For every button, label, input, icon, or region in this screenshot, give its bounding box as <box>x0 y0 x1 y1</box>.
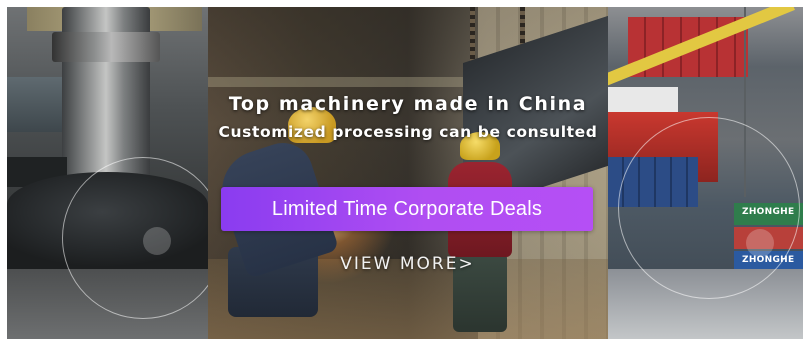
promo-banner[interactable]: ZHONGHE ZHONGHE Top machinery made in Ch… <box>0 0 803 342</box>
banner-subheadline: Customized processing can be consulted <box>218 123 598 141</box>
machine-press-image <box>7 7 208 339</box>
banner-headline: Top machinery made in China <box>228 93 588 115</box>
decorative-dot <box>143 227 171 255</box>
decorative-dot <box>746 229 774 257</box>
press-collar <box>52 32 160 62</box>
view-more-link[interactable]: VIEW MORE> <box>335 254 480 274</box>
shipping-port-image: ZHONGHE ZHONGHE <box>608 7 803 339</box>
welding-workers-image <box>208 7 608 339</box>
decorative-ring <box>618 117 800 299</box>
corporate-deals-button[interactable]: Limited Time Corporate Deals <box>221 187 593 231</box>
background-shelf <box>7 77 62 132</box>
ship-bridge <box>608 87 678 115</box>
corporate-deals-label: Limited Time Corporate Deals <box>271 197 543 220</box>
